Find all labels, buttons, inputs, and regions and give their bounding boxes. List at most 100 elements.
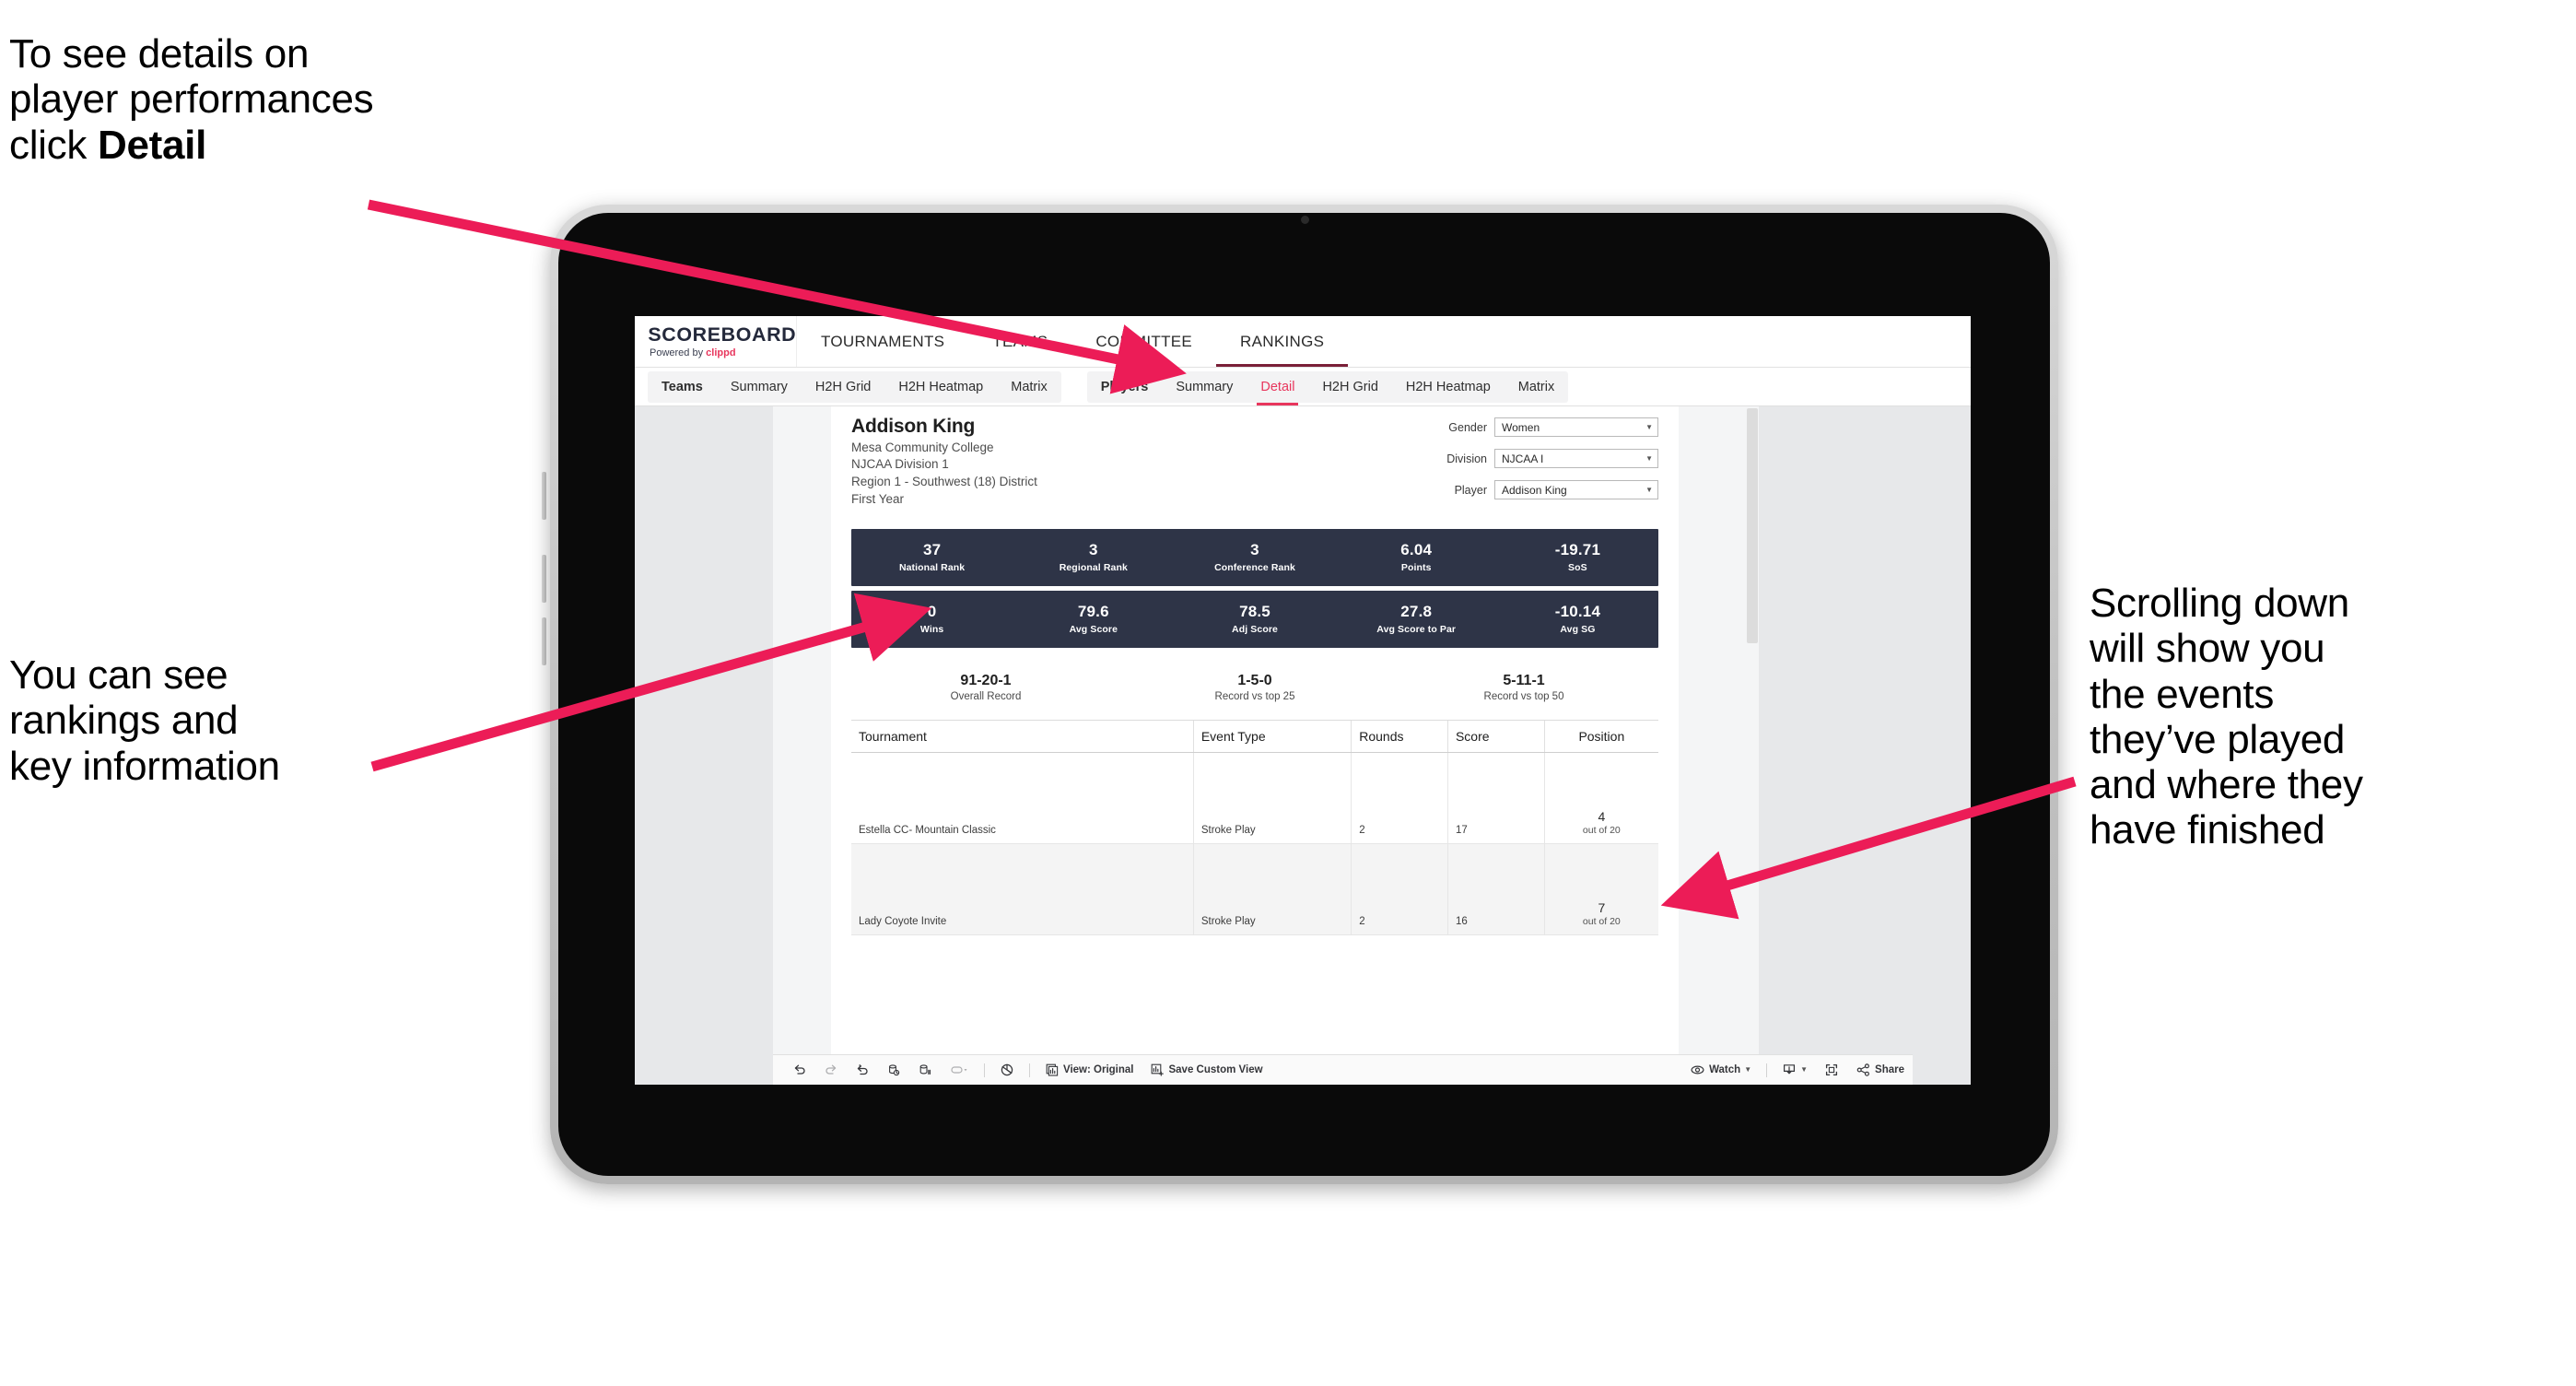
position-out-of: out of 20	[1582, 916, 1621, 927]
nav-item-rankings[interactable]: RANKINGS	[1216, 316, 1349, 367]
vertical-scrollbar-thumb[interactable]	[1747, 408, 1758, 643]
record-vs-top-25: 1-5-0 Record vs top 25	[1120, 673, 1389, 702]
tab-label: Players	[1100, 379, 1149, 394]
stat-wins: 0 Wins	[851, 603, 1013, 635]
tab-teams-h2h-heatmap[interactable]: H2H Heatmap	[884, 371, 997, 403]
watch-button[interactable]: Watch ▼	[1681, 1055, 1760, 1085]
filter-value-gender: Women	[1502, 420, 1540, 434]
tab-label: Summary	[730, 379, 788, 394]
nav-label: TEAMS	[992, 332, 1048, 350]
share-button[interactable]: Share	[1847, 1055, 1913, 1085]
tab-label: Teams	[662, 379, 703, 394]
cell-tournament: Lady Coyote Invite	[851, 843, 1194, 935]
stat-value: 37	[922, 541, 942, 559]
filter-row-gender: Gender Women ▼	[1382, 417, 1658, 437]
tab-players[interactable]: Players	[1087, 371, 1163, 403]
record-label: Overall Record	[950, 691, 1022, 703]
tab-players-summary[interactable]: Summary	[1162, 371, 1247, 403]
brand-subtitle: Powered by clippd	[650, 347, 796, 358]
annotation-top-left-text2: player performances	[9, 76, 374, 123]
brand-logo[interactable]: SCOREBOARD Powered by clippd	[635, 316, 797, 367]
tab-group-teams: Teams Summary H2H Grid H2H Heatmap Matri…	[648, 370, 1061, 403]
save-custom-view-button[interactable]: Save Custom View	[1142, 1055, 1270, 1085]
filter-select-player[interactable]: Addison King ▼	[1494, 480, 1658, 499]
filter-row-player: Player Addison King ▼	[1382, 480, 1658, 499]
tab-players-h2h-heatmap[interactable]: H2H Heatmap	[1392, 371, 1505, 403]
nav-label: RANKINGS	[1240, 332, 1325, 350]
column-header-position[interactable]: Position	[1544, 721, 1658, 753]
powered-by-text: Powered by	[650, 346, 707, 358]
device-button-volume-down	[542, 555, 546, 603]
table-row[interactable]: Lady Coyote Invite Stroke Play 2 16 7 ou…	[851, 843, 1658, 935]
tab-teams-h2h-grid[interactable]: H2H Grid	[802, 371, 884, 403]
nav-label: TOURNAMENTS	[821, 332, 945, 350]
tab-teams[interactable]: Teams	[648, 371, 717, 403]
camera-icon	[1301, 216, 1309, 224]
record-value: 1-5-0	[1237, 672, 1272, 688]
device-preview-button[interactable]	[991, 1055, 1023, 1085]
cell-position: 7 out of 20	[1544, 843, 1658, 935]
download-button[interactable]: ▼	[1774, 1055, 1816, 1085]
nav-item-committee[interactable]: COMMITTEE	[1071, 316, 1216, 367]
column-header-tournament[interactable]: Tournament	[851, 721, 1194, 753]
cell-position: 4 out of 20	[1544, 752, 1658, 844]
filter-label-gender: Gender	[1448, 420, 1487, 434]
stats-band-performance: 0 Wins 79.6 Avg Score 78.5 Adj Score 27.…	[851, 591, 1658, 648]
stat-label: Points	[1400, 561, 1432, 573]
site-header: SCOREBOARD Powered by clippd TOURNAMENTS…	[635, 316, 1971, 368]
dashboard-toolbar: View: Original Save Custom View Watch ▼	[773, 1054, 1913, 1085]
nav-label: COMMITTEE	[1095, 332, 1193, 350]
stat-avg-score: 79.6 Avg Score	[1013, 603, 1174, 635]
dashboard-sheet: Addison King Mesa Community College NJCA…	[773, 406, 1759, 1085]
position-number: 7	[1598, 900, 1606, 915]
annotation-top-left: To see details on player performances clic…	[9, 31, 599, 168]
view-original-label: View: Original	[1063, 1064, 1134, 1075]
column-header-score[interactable]: Score	[1447, 721, 1545, 753]
tab-label: Matrix	[1517, 379, 1555, 394]
screenshot-root: To see details on player performances clic…	[0, 0, 2576, 1386]
view-original-button[interactable]: View: Original	[1036, 1055, 1142, 1085]
filter-select-division[interactable]: NJCAA I ▼	[1494, 449, 1658, 468]
chevron-down-icon: ▼	[1645, 422, 1653, 431]
browser-viewport: SCOREBOARD Powered by clippd TOURNAMENTS…	[635, 316, 1971, 1085]
filter-value-player: Addison King	[1502, 483, 1567, 497]
column-header-rounds[interactable]: Rounds	[1351, 721, 1448, 753]
stat-value: 3	[1088, 541, 1098, 559]
stat-label: National Rank	[898, 561, 966, 573]
pause-data-button[interactable]	[909, 1055, 941, 1085]
vertical-scrollbar-track[interactable]	[1746, 406, 1759, 1085]
chevron-down-icon: ▼	[1800, 1065, 1809, 1074]
stat-conference-rank: 3 Conference Rank	[1174, 541, 1335, 572]
redo-button[interactable]	[815, 1055, 847, 1085]
nav-item-tournaments[interactable]: TOURNAMENTS	[797, 316, 968, 367]
tab-teams-summary[interactable]: Summary	[717, 371, 802, 403]
annotation-right: Scrolling down will show you the events …	[2090, 581, 2363, 853]
stat-avg-sg: -10.14 Avg SG	[1497, 603, 1658, 635]
table-row[interactable]: Estella CC- Mountain Classic Stroke Play…	[851, 752, 1658, 844]
toolbar-divider	[984, 1063, 985, 1077]
undo-button[interactable]	[784, 1055, 815, 1085]
nav-item-teams[interactable]: TEAMS	[968, 316, 1071, 367]
column-header-event-type[interactable]: Event Type	[1193, 721, 1352, 753]
record-value: 91-20-1	[960, 672, 1012, 688]
fullscreen-button[interactable]	[1816, 1055, 1847, 1085]
stat-label: Wins	[919, 623, 944, 635]
tournament-table: Tournament Event Type Rounds Score Posit…	[851, 720, 1658, 935]
tab-label: H2H Heatmap	[898, 379, 984, 394]
stat-national-rank: 37 National Rank	[851, 541, 1013, 573]
refresh-data-button[interactable]	[878, 1055, 909, 1085]
stat-label: Avg SG	[1560, 623, 1596, 635]
tab-teams-matrix[interactable]: Matrix	[997, 371, 1060, 403]
cell-score: 17	[1447, 752, 1545, 844]
header-right-spacer	[1915, 316, 1971, 367]
revert-button[interactable]	[847, 1055, 878, 1085]
tab-players-h2h-grid[interactable]: H2H Grid	[1308, 371, 1391, 403]
tab-players-detail[interactable]: Detail	[1247, 371, 1308, 405]
stat-label: Avg Score	[1069, 623, 1118, 635]
stat-sos: -19.71 SoS	[1497, 541, 1658, 572]
annotation-bold-detail: Detail	[97, 122, 207, 168]
highlight-button[interactable]	[941, 1055, 978, 1085]
filter-select-gender[interactable]: Women ▼	[1494, 417, 1658, 437]
tab-players-matrix[interactable]: Matrix	[1505, 371, 1568, 403]
tab-label: H2H Grid	[1322, 379, 1378, 394]
